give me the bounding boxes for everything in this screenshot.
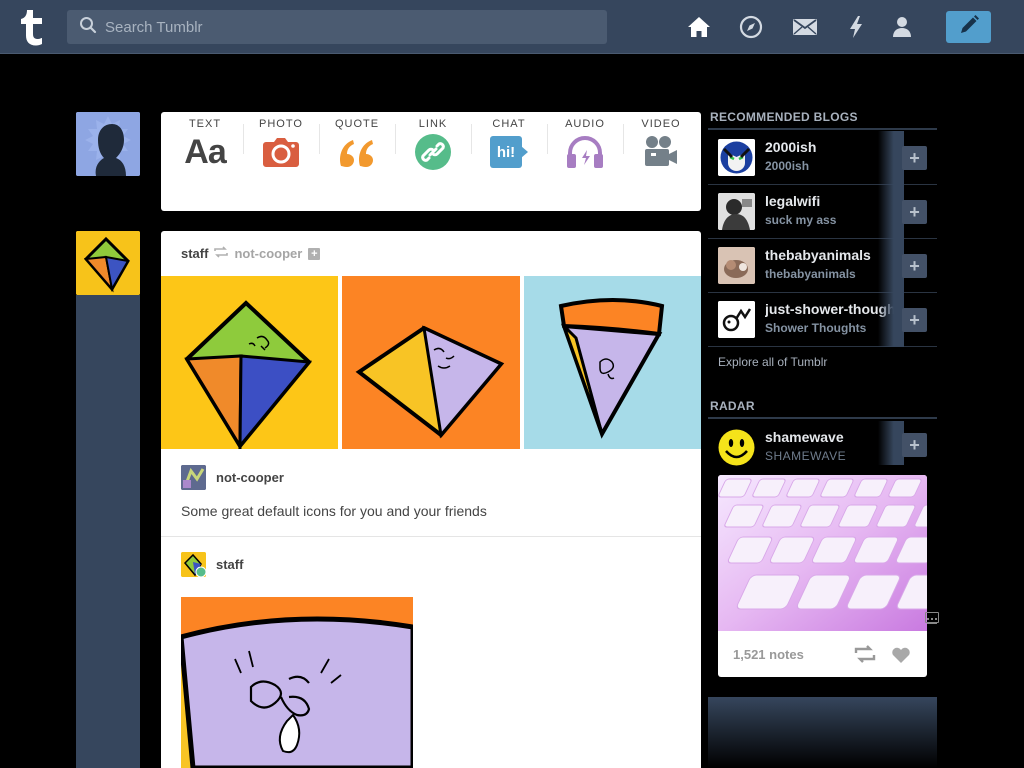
search-input[interactable] xyxy=(105,18,585,36)
search-bar[interactable] xyxy=(67,10,607,44)
post-photo-1[interactable] xyxy=(161,276,338,452)
post-type-label: QUOTE xyxy=(334,118,380,130)
reblog-entry-staff[interactable]: staff xyxy=(181,552,243,577)
post-type-text[interactable]: TEXT Aa xyxy=(167,112,243,172)
user-avatar[interactable] xyxy=(76,112,140,176)
follow-plus-icon[interactable]: + xyxy=(308,247,321,260)
reblog-username[interactable]: not-cooper xyxy=(216,470,284,485)
blog-avatar xyxy=(718,139,755,176)
recommended-blog-item[interactable]: thebabyanimals thebabyanimals + xyxy=(708,239,937,293)
like-heart-icon[interactable] xyxy=(891,646,911,669)
post-type-label: CHAT xyxy=(492,118,526,130)
post-type-quote[interactable]: QUOTE xyxy=(319,112,395,172)
smiley-avatar-icon xyxy=(718,429,755,466)
blog-title: Shower Thoughts xyxy=(765,321,867,335)
sidebar-bottom-fade xyxy=(708,697,937,768)
blog-title: SHAMEWAVE xyxy=(765,449,847,463)
recommended-blog-item[interactable]: 2000ish 2000ish + xyxy=(708,131,937,185)
link-chain-icon xyxy=(412,134,454,170)
recommended-blog-item[interactable]: just-shower-thoughts Shower Thoughts + xyxy=(708,293,937,347)
post-type-label: VIDEO xyxy=(641,118,681,130)
keyboard-shortcuts-icon[interactable] xyxy=(925,612,939,624)
post-type-chat[interactable]: CHAT hi! xyxy=(471,112,547,172)
post-type-label: LINK xyxy=(418,118,448,130)
radar-heading: RADAR xyxy=(710,399,755,413)
explore-compass-icon[interactable] xyxy=(738,14,764,40)
follow-button[interactable]: + xyxy=(902,200,927,224)
post-type-label: AUDIO xyxy=(565,118,605,130)
radar-blog-item[interactable]: shamewave SHAMEWAVE + xyxy=(708,421,937,475)
post-divider xyxy=(161,536,701,537)
follow-button[interactable]: + xyxy=(902,146,927,170)
reblogged-from[interactable]: not-cooper xyxy=(234,246,302,261)
account-person-icon[interactable] xyxy=(889,14,915,40)
camera-icon xyxy=(260,134,302,170)
chat-bubble-icon: hi! xyxy=(488,134,530,170)
staff-avatar[interactable] xyxy=(76,231,140,295)
compose-button[interactable] xyxy=(946,11,991,43)
follow-button[interactable]: + xyxy=(902,308,927,332)
reblog-entry-user[interactable]: not-cooper xyxy=(181,465,284,490)
post-type-label: TEXT xyxy=(188,118,222,130)
headphones-icon xyxy=(564,134,606,170)
notes-count[interactable]: 1,521 notes xyxy=(733,647,804,662)
recommended-blogs-heading: RECOMMENDED BLOGS xyxy=(710,110,858,124)
text-aa-icon: Aa xyxy=(184,132,226,171)
blog-title: 2000ish xyxy=(765,159,810,173)
home-icon[interactable] xyxy=(686,14,712,40)
post-type-video[interactable]: VIDEO xyxy=(623,112,699,172)
post-header: staff not-cooper + xyxy=(181,246,321,261)
post-photo-3[interactable] xyxy=(524,276,701,449)
reblog-icon[interactable] xyxy=(854,645,876,668)
reblog-username[interactable]: staff xyxy=(216,557,243,572)
quote-marks-icon xyxy=(336,134,378,170)
post-photo-large[interactable] xyxy=(181,597,413,768)
staff-mini-avatar xyxy=(181,552,206,577)
post-author[interactable]: staff xyxy=(181,246,208,261)
post-type-audio[interactable]: AUDIO xyxy=(547,112,623,172)
sidebar-rule xyxy=(708,128,937,130)
reblog-icon xyxy=(214,246,229,261)
pencil-icon xyxy=(958,14,980,41)
blog-avatar xyxy=(718,193,755,230)
top-navigation-bar xyxy=(0,0,1024,54)
tumblr-logo-icon[interactable] xyxy=(18,8,48,46)
dashboard-post: staff not-cooper + not-cooper Some great… xyxy=(161,231,701,768)
radar-keyboard-image[interactable] xyxy=(718,475,927,631)
sidebar-rule xyxy=(708,417,937,419)
search-icon xyxy=(79,16,97,39)
left-rail xyxy=(76,295,140,768)
not-cooper-avatar xyxy=(181,465,206,490)
post-caption: Some great default icons for you and you… xyxy=(181,503,487,519)
video-camera-icon xyxy=(640,134,682,170)
follow-button[interactable]: + xyxy=(902,433,927,457)
blog-avatar xyxy=(718,247,755,284)
post-type-label: PHOTO xyxy=(259,118,303,130)
post-type-photo[interactable]: PHOTO xyxy=(243,112,319,172)
post-type-selector: TEXT Aa PHOTO QUOTE LINK CHAT hi! AUDIO xyxy=(161,112,701,211)
post-photo-2[interactable] xyxy=(342,276,520,449)
inbox-envelope-icon[interactable] xyxy=(792,14,818,40)
blog-title: suck my ass xyxy=(765,213,837,227)
recommended-blog-item[interactable]: legalwifi suck my ass + xyxy=(708,185,937,239)
blog-avatar xyxy=(718,301,755,338)
radar-post-card: 1,521 notes xyxy=(718,475,927,677)
follow-button[interactable]: + xyxy=(902,254,927,278)
blog-title: thebabyanimals xyxy=(765,267,856,281)
activity-bolt-icon[interactable] xyxy=(843,14,869,40)
explore-link[interactable]: Explore all of Tumblr xyxy=(718,355,827,369)
post-type-link[interactable]: LINK xyxy=(395,112,471,172)
